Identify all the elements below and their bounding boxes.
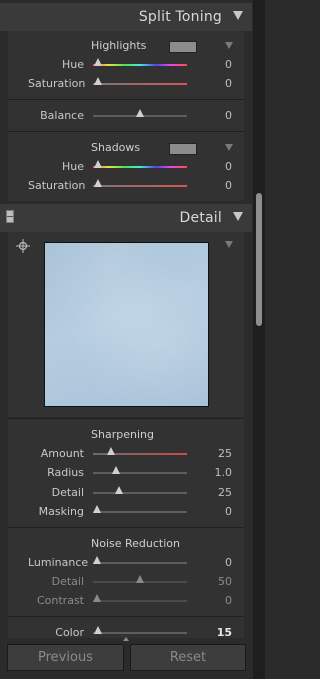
split-toning-header[interactable]: Split Toning <box>0 3 252 31</box>
highlights-saturation-slider[interactable] <box>93 83 187 85</box>
noise-luminance-label: Luminance <box>28 556 89 569</box>
noise-luminance-detail-thumb[interactable] <box>136 575 144 583</box>
sharpening-radius-label: Radius <box>47 466 84 479</box>
noise-color-thumb[interactable] <box>94 626 102 634</box>
sharpening-radius-thumb[interactable] <box>112 466 120 474</box>
shadows-title: Shadows <box>91 141 141 154</box>
sharpening-amount-thumb[interactable] <box>107 447 115 455</box>
noise-contrast-thumb[interactable] <box>93 594 101 602</box>
shadows-saturation-value[interactable]: 0 <box>202 179 232 192</box>
noise-luminance-value[interactable]: 0 <box>202 556 232 569</box>
noise-color-slider[interactable] <box>93 632 187 634</box>
sharpening-amount-label: Amount <box>40 447 84 460</box>
sharpening-radius-value[interactable]: 1.0 <box>202 466 233 479</box>
shadows-hue-value[interactable]: 0 <box>202 160 232 173</box>
shadows-saturation-label: Saturation <box>28 179 86 192</box>
noise-color-label: Color <box>55 626 84 639</box>
highlights-hue-slider[interactable] <box>93 64 187 66</box>
divider <box>8 131 244 132</box>
collapse-triangle-icon[interactable] <box>233 212 243 221</box>
divider <box>8 99 244 100</box>
sharpening-masking-thumb[interactable] <box>93 505 101 513</box>
highlights-hue-label: Hue <box>61 58 84 71</box>
detail-preview-image[interactable] <box>44 242 209 407</box>
noise-luminance-thumb[interactable] <box>93 556 101 564</box>
sharpening-title: Sharpening <box>91 428 154 441</box>
collapse-triangle-icon[interactable] <box>233 11 243 20</box>
balance-value[interactable]: 0 <box>202 109 232 122</box>
shadows-saturation-slider[interactable] <box>93 185 187 187</box>
shadows-hue-thumb[interactable] <box>94 160 102 168</box>
sharpening-detail-value[interactable]: 25 <box>202 486 232 499</box>
sharpening-amount-value[interactable]: 25 <box>202 447 232 460</box>
panel-switch-icon[interactable] <box>6 210 14 223</box>
highlights-title: Highlights <box>91 39 147 52</box>
highlights-hue-value[interactable]: 0 <box>202 58 232 71</box>
balance-thumb[interactable] <box>136 109 144 117</box>
reset-button[interactable]: Reset <box>130 644 246 671</box>
sharpening-masking-value[interactable]: 0 <box>202 505 232 518</box>
sharpening-masking-slider[interactable] <box>93 511 187 513</box>
highlights-saturation-label: Saturation <box>28 77 86 90</box>
noise-luminance-detail-label: Detail <box>51 575 84 588</box>
highlights-saturation-value[interactable]: 0 <box>202 77 232 90</box>
sharpening-detail-slider[interactable] <box>93 492 187 494</box>
highlights-color-swatch[interactable] <box>169 41 197 53</box>
detail-header[interactable]: Detail <box>0 204 252 232</box>
noise-color-value[interactable]: 15 <box>202 626 232 639</box>
split-toning-title: Split Toning <box>138 9 222 25</box>
previous-button-label: Previous <box>38 650 93 665</box>
target-crosshair-icon[interactable] <box>16 239 30 253</box>
noise-contrast-slider[interactable] <box>93 600 187 602</box>
noise-contrast-label: Contrast <box>36 594 84 607</box>
noise-contrast-value[interactable]: 0 <box>202 594 232 607</box>
detail-title: Detail <box>179 210 222 226</box>
highlights-menu-triangle-icon[interactable] <box>225 42 233 49</box>
balance-label: Balance <box>40 109 84 122</box>
scroll-up-caret-icon[interactable] <box>123 637 129 641</box>
shadows-saturation-thumb[interactable] <box>94 179 102 187</box>
sharpening-detail-label: Detail <box>51 486 84 499</box>
panel-scrollbar[interactable] <box>253 0 265 679</box>
sharpening-detail-thumb[interactable] <box>115 486 123 494</box>
preview-menu-triangle-icon[interactable] <box>225 241 233 248</box>
noise-luminance-detail-value[interactable]: 50 <box>202 575 232 588</box>
divider <box>8 616 244 617</box>
shadows-hue-slider[interactable] <box>93 166 187 168</box>
panel-scrollbar-thumb[interactable] <box>256 193 262 326</box>
highlights-saturation-thumb[interactable] <box>94 77 102 85</box>
shadows-hue-label: Hue <box>61 160 84 173</box>
sharpening-masking-label: Masking <box>38 505 84 518</box>
previous-button[interactable]: Previous <box>7 644 124 671</box>
highlights-hue-thumb[interactable] <box>94 58 102 66</box>
reset-button-label: Reset <box>169 650 207 665</box>
shadows-menu-triangle-icon[interactable] <box>225 144 233 151</box>
noise-luminance-slider[interactable] <box>93 562 187 564</box>
noise-reduction-title: Noise Reduction <box>91 537 180 550</box>
sharpening-radius-slider[interactable] <box>93 472 187 474</box>
shadows-color-swatch[interactable] <box>169 143 197 155</box>
